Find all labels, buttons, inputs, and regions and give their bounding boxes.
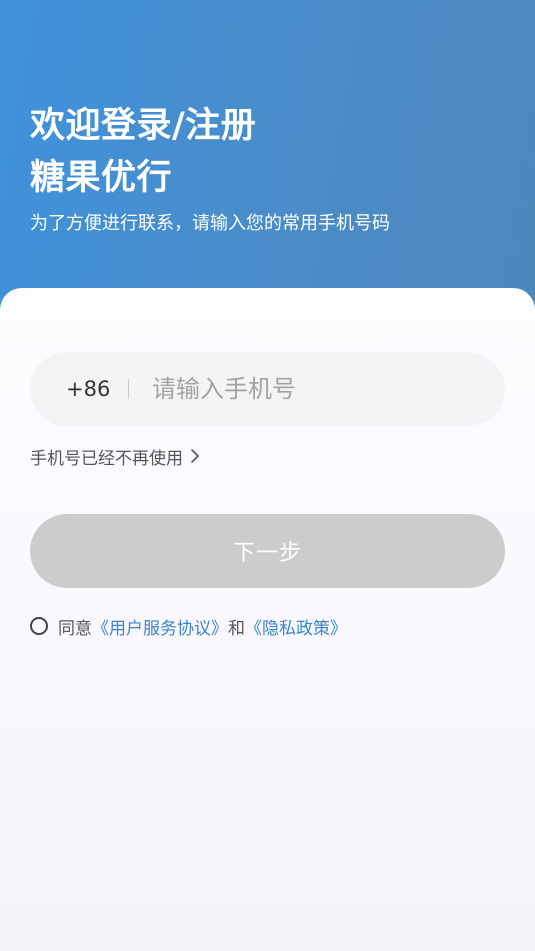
user-agreement-link[interactable]: 《用户服务协议》: [92, 614, 228, 639]
agreement-row: 同意 《用户服务协议》 和 《隐私政策》: [30, 614, 347, 639]
country-code-selector[interactable]: +86: [66, 377, 112, 401]
phone-no-longer-used-label: 手机号已经不再使用: [30, 448, 183, 469]
header-banner: 欢迎登录/注册 糖果优行 为了方便进行联系，请输入您的常用手机号码: [0, 0, 535, 330]
privacy-policy-link[interactable]: 《隐私政策》: [245, 614, 347, 639]
input-divider: [128, 379, 129, 399]
phone-no-longer-used-link[interactable]: 手机号已经不再使用: [30, 444, 199, 469]
login-card: +86 手机号已经不再使用 下一步 同意 《用户服务协议》 和 《隐私政策》: [0, 288, 535, 951]
next-step-button[interactable]: 下一步: [30, 514, 505, 588]
phone-number-input[interactable]: [152, 369, 505, 409]
phone-input-box: +86: [30, 352, 505, 426]
welcome-title: 欢迎登录/注册: [30, 106, 257, 146]
agreement-conjunction: 和: [228, 618, 245, 639]
agree-radio-button[interactable]: [30, 617, 48, 635]
header-subtitle: 为了方便进行联系，请输入您的常用手机号码: [30, 213, 390, 234]
agreement-prefix: 同意: [58, 618, 92, 639]
chevron-right-icon: [191, 449, 199, 463]
app-name-title: 糖果优行: [30, 158, 173, 198]
